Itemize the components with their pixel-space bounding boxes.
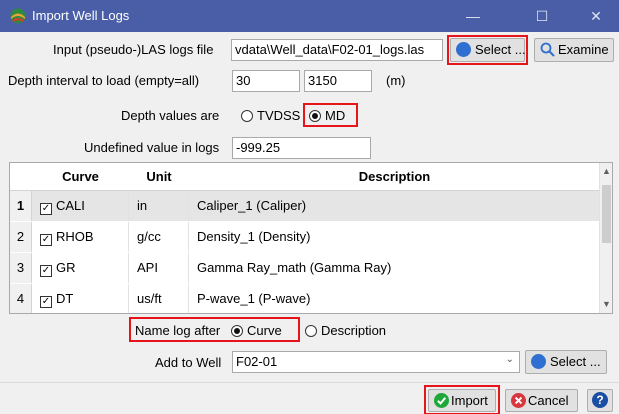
checkbox-checked-icon[interactable]: ✓ — [40, 203, 52, 215]
scroll-thumb[interactable] — [602, 185, 611, 243]
radio-description-label: Description — [321, 323, 387, 338]
radio-tvdss-circle — [241, 110, 253, 122]
table-header: Curve Unit Description — [10, 163, 600, 191]
radio-description[interactable]: Description — [305, 323, 386, 338]
scroll-up-icon[interactable]: ▲ — [600, 166, 612, 176]
undefined-value-field[interactable]: -999.25 — [232, 137, 371, 159]
table-row[interactable]: 3 ✓ GR API Gamma Ray_math (Gamma Ray) — [10, 253, 600, 283]
radio-tvdss-label: TVDSS — [257, 108, 301, 123]
column-unit[interactable]: Unit — [129, 169, 189, 184]
unit-cell: g/cc — [129, 222, 189, 252]
minimize-button[interactable]: — — [450, 0, 496, 32]
row-number: 3 — [10, 253, 32, 283]
maximize-button[interactable]: ☐ — [519, 0, 565, 32]
table-row[interactable]: 4 ✓ DT us/ft P-wave_1 (P-wave) — [10, 284, 600, 313]
depth-from-field[interactable]: 30 — [232, 70, 300, 92]
row-number: 4 — [10, 284, 32, 313]
depth-unit-label: (m) — [386, 73, 406, 88]
checkbox-checked-icon[interactable]: ✓ — [40, 296, 52, 308]
curve-cell[interactable]: ✓ GR — [32, 253, 129, 283]
column-description[interactable]: Description — [189, 169, 600, 184]
import-button[interactable]: Import — [428, 389, 496, 412]
radio-curve[interactable]: Curve — [231, 323, 282, 338]
scroll-down-icon[interactable]: ▼ — [600, 299, 612, 309]
table-scrollbar[interactable]: ▲ ▼ — [599, 163, 612, 313]
select-file-label: Select ... — [475, 42, 526, 57]
database-icon — [456, 42, 471, 57]
import-label: Import — [451, 393, 488, 408]
depth-interval-label: Depth interval to load (empty=all) — [8, 73, 200, 88]
well-select[interactable]: F02-01 ⌄ — [232, 351, 520, 373]
unit-cell: us/ft — [129, 284, 189, 313]
examine-button[interactable]: Examine — [534, 38, 614, 62]
table-row[interactable]: 1 ✓ CALI in Caliper_1 (Caliper) — [10, 191, 600, 221]
input-file-label: Input (pseudo-)LAS logs file — [53, 42, 214, 57]
curve-cell[interactable]: ✓ RHOB — [32, 222, 129, 252]
unit-cell: in — [129, 191, 189, 221]
check-circle-icon — [434, 393, 449, 408]
radio-tvdss[interactable]: TVDSS — [241, 108, 300, 123]
window-title: Import Well Logs — [32, 8, 130, 23]
magnifier-icon — [540, 42, 555, 57]
row-number: 1 — [10, 191, 32, 221]
description-cell: Gamma Ray_math (Gamma Ray) — [197, 260, 392, 275]
table-row[interactable]: 2 ✓ RHOB g/cc Density_1 (Density) — [10, 222, 600, 252]
database-icon — [531, 354, 546, 369]
curve-cell[interactable]: ✓ CALI — [32, 191, 129, 221]
radio-md[interactable]: MD — [309, 108, 345, 123]
curve-name: RHOB — [56, 229, 94, 244]
examine-label: Examine — [558, 42, 609, 57]
undefined-value-label: Undefined value in logs — [84, 140, 220, 155]
app-icon — [10, 8, 26, 24]
checkbox-checked-icon[interactable]: ✓ — [40, 234, 52, 246]
radio-md-label: MD — [325, 108, 346, 123]
description-cell: P-wave_1 (P-wave) — [197, 291, 311, 306]
title-bar: Import Well Logs — ☐ ✕ — [0, 0, 619, 32]
help-button[interactable]: ? — [587, 389, 613, 412]
curve-name: DT — [56, 291, 74, 306]
well-select-value: F02-01 — [236, 354, 278, 369]
name-log-label: Name log after — [135, 323, 221, 338]
curve-cell[interactable]: ✓ DT — [32, 284, 129, 313]
curve-name: CALI — [56, 198, 85, 213]
curve-name: GR — [56, 260, 76, 275]
cancel-label: Cancel — [528, 393, 569, 408]
description-cell: Caliper_1 (Caliper) — [197, 198, 307, 213]
row-number: 2 — [10, 222, 32, 252]
unit-cell: API — [129, 253, 189, 283]
help-icon: ? — [592, 392, 608, 408]
radio-curve-label: Curve — [247, 323, 282, 338]
input-file-field[interactable]: vdata\Well_data\F02-01_logs.las — [231, 39, 443, 61]
chevron-down-icon: ⌄ — [505, 354, 514, 365]
add-to-well-label: Add to Well — [155, 355, 222, 370]
checkbox-checked-icon[interactable]: ✓ — [40, 265, 52, 277]
column-curve[interactable]: Curve — [32, 169, 129, 184]
select-well-label: Select ... — [550, 354, 601, 369]
radio-curve-circle — [231, 325, 243, 337]
cancel-button[interactable]: Cancel — [505, 389, 578, 412]
description-cell: Density_1 (Density) — [197, 229, 311, 244]
select-file-button[interactable]: Select ... — [450, 38, 526, 62]
select-well-button[interactable]: Select ... — [525, 350, 607, 374]
radio-description-circle — [305, 325, 317, 337]
curves-table: Curve Unit Description 1 ✓ CALI in Calipe… — [9, 162, 613, 314]
cancel-circle-icon — [511, 393, 526, 408]
depth-values-label: Depth values are — [121, 108, 220, 123]
depth-to-field[interactable]: 3150 — [304, 70, 372, 92]
close-button[interactable]: ✕ — [573, 0, 619, 32]
radio-md-circle — [309, 110, 321, 122]
